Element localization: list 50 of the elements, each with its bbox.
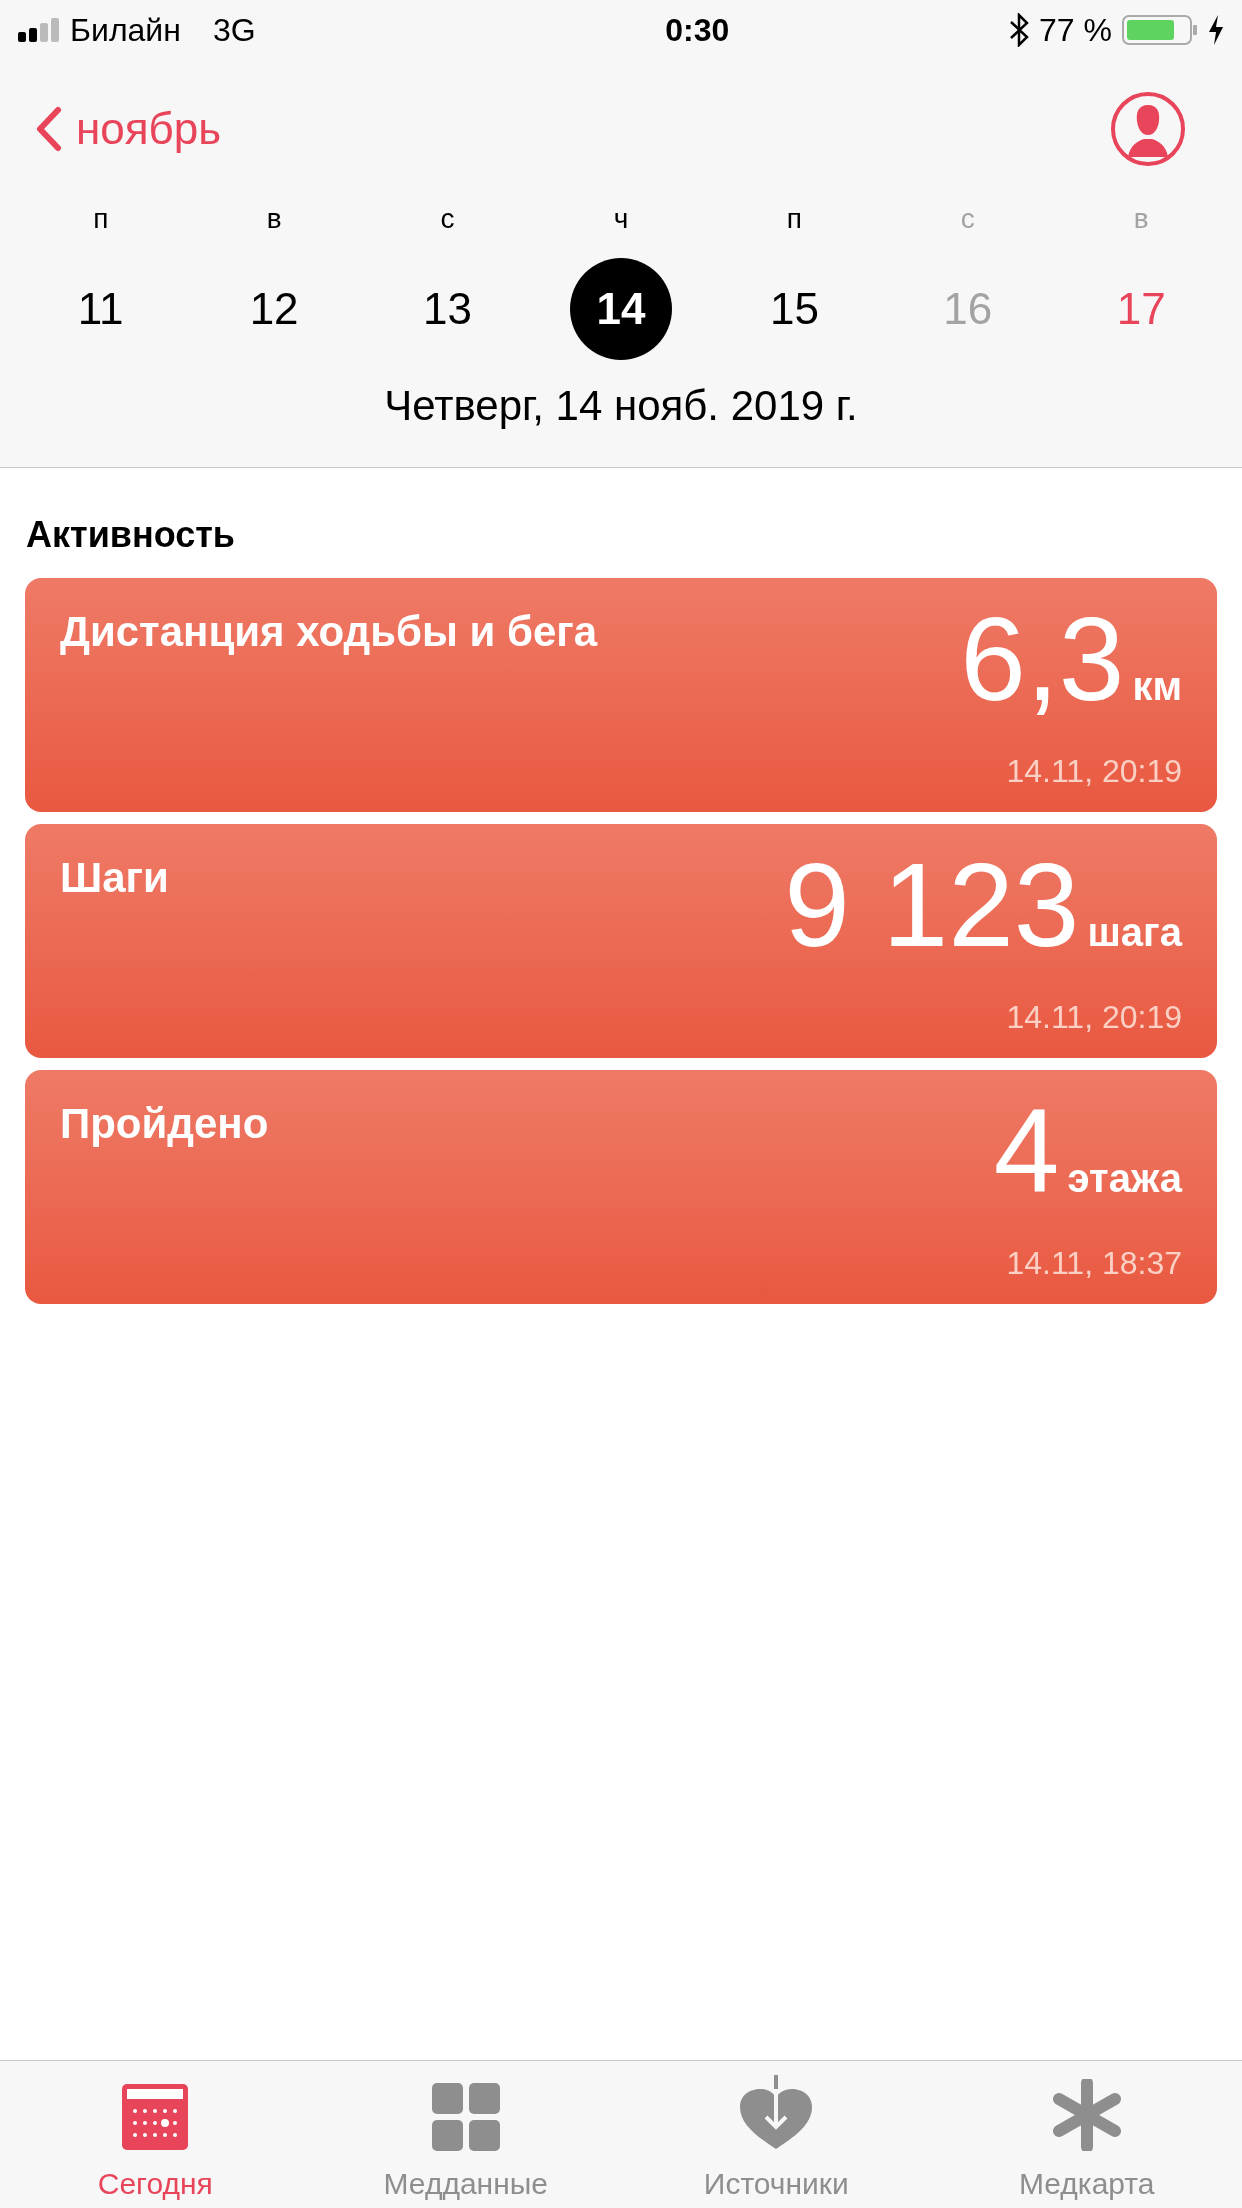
card-title: Дистанция ходьбы и бега [60,607,598,657]
selected-date: Четверг, 14 нояб. 2019 г. [384,381,858,431]
calendar-icon [121,2083,190,2151]
metric-timestamp: 14.11, 20:19 [1006,752,1182,791]
tab-item[interactable]: Медданные [310,2061,621,2208]
tab-item[interactable]: Сегодня [0,2061,311,2208]
day-button[interactable]: 16 [916,258,1019,360]
activity-card[interactable]: Пройдено 4 этажа 14.11, 18:37 [25,1070,1217,1304]
day-button[interactable]: 15 [743,258,846,360]
metric-value: 6,3 [960,604,1125,714]
metric-value: 9 123 [784,850,1080,960]
grid-icon [431,2083,500,2151]
activity-card[interactable]: Дистанция ходьбы и бега 6,3 км 14.11, 20:19 [25,578,1217,812]
battery-percent: 77 % [1039,11,1112,50]
metric-timestamp: 14.11, 20:19 [1006,998,1182,1037]
metric-unit: км [1132,663,1182,710]
battery-icon [1122,15,1198,45]
weekday-label: с [440,202,455,236]
tab-item[interactable]: Источники [621,2061,932,2208]
signal-icon [18,18,62,42]
heart-download-icon [738,2075,815,2151]
metric-value: 4 [993,1096,1060,1206]
metric-unit: этажа [1067,1155,1182,1202]
carrier-name: Билайн [70,11,181,50]
day-button[interactable]: 14 [570,258,672,360]
tab-item[interactable]: Медкарта [931,2061,1242,2208]
day-button[interactable]: 17 [1090,258,1193,360]
weekday-label: ч [613,202,629,236]
profile-icon[interactable] [1110,91,1186,167]
bluetooth-icon [1009,13,1030,47]
day-button[interactable]: 11 [49,258,152,360]
weekday-label: в [266,202,282,236]
weekday-label: п [786,202,802,236]
metric-unit: шага [1087,909,1182,956]
back-button[interactable]: ноябрь [36,96,222,162]
weekday-label: п [93,202,109,236]
weekday-label: с [960,202,975,236]
chevron-left-icon [36,106,62,152]
card-title: Шаги [60,853,169,903]
card-title: Пройдено [60,1099,269,1149]
status-time: 0:30 [665,11,730,50]
charging-icon [1208,15,1224,45]
activity-card[interactable]: Шаги 9 123 шага 14.11, 20:19 [25,824,1217,1058]
section-title: Активность [25,513,236,557]
day-button[interactable]: 13 [396,258,499,360]
metric-timestamp: 14.11, 18:37 [1006,1244,1182,1283]
network-type: 3G [212,11,256,50]
weekday-label: в [1133,202,1149,236]
day-button[interactable]: 12 [223,258,326,360]
asterisk-icon [1050,2079,1123,2151]
